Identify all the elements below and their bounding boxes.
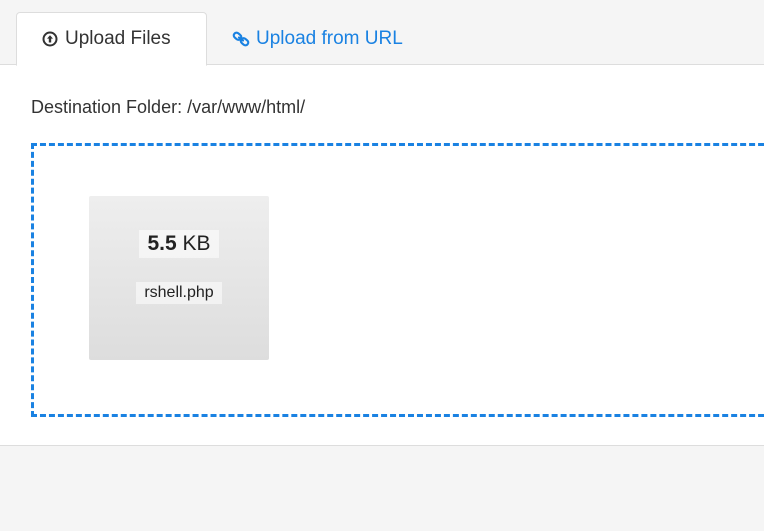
file-size: 5.5 KB: [89, 230, 269, 258]
dropzone[interactable]: 5.5 KB rshell.php: [31, 143, 764, 417]
upload-panel: Destination Folder: /var/www/html/ 5.5 K…: [0, 64, 764, 446]
tab-upload-files-label: Upload Files: [65, 28, 171, 49]
file-name-text: rshell.php: [136, 282, 222, 304]
tab-upload-from-url[interactable]: Upload from URL: [232, 12, 452, 66]
destination-folder-label: Destination Folder: /var/www/html/: [31, 97, 306, 117]
file-size-value: 5.5: [147, 232, 177, 255]
tabs-bar: Upload Files Upload from URL: [0, 0, 764, 66]
file-size-unit: KB: [182, 232, 211, 255]
file-name: rshell.php: [89, 282, 269, 304]
upload-circle-icon: [41, 30, 59, 48]
tab-upload-from-url-label: Upload from URL: [256, 28, 403, 49]
tab-upload-files[interactable]: Upload Files: [16, 12, 207, 66]
file-preview[interactable]: 5.5 KB rshell.php: [89, 196, 269, 360]
link-icon: [232, 30, 250, 48]
